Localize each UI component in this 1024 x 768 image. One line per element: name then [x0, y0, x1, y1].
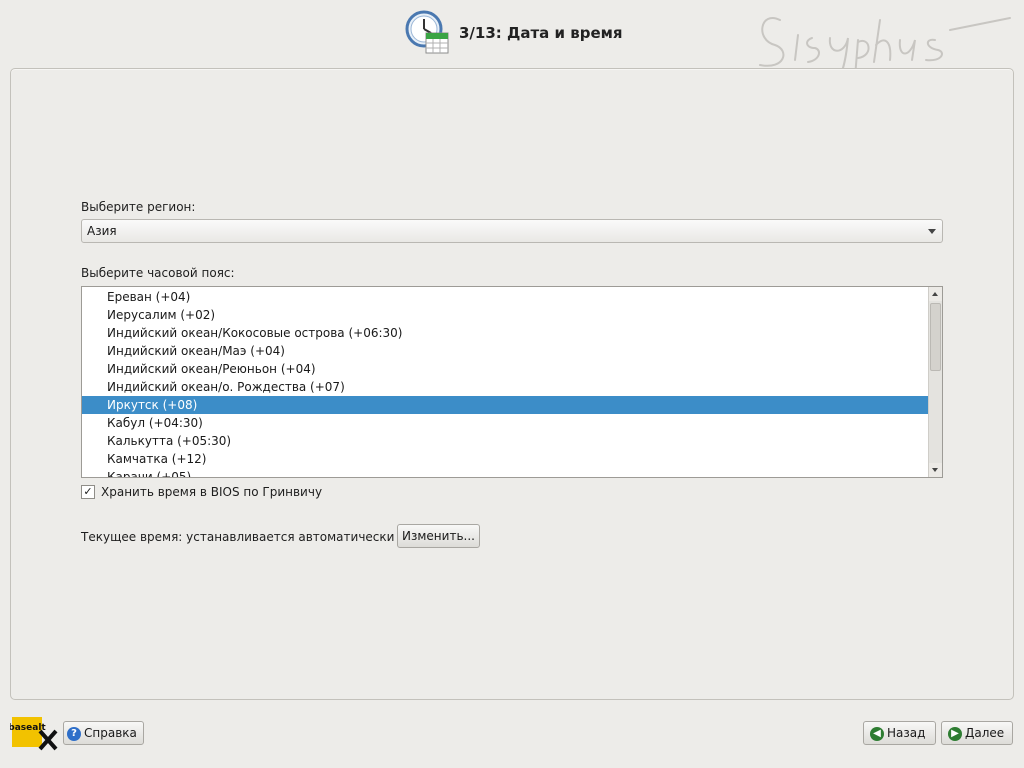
current-time-label: Текущее время: устанавливается автоматич…	[81, 530, 395, 544]
timezone-label: Выберите часовой пояс:	[81, 266, 235, 280]
timezone-list-scrollbar[interactable]	[928, 287, 942, 477]
scrollbar-thumb[interactable]	[930, 303, 941, 371]
region-label: Выберите регион:	[81, 200, 196, 214]
next-button[interactable]: ▶ Далее	[941, 721, 1013, 745]
bios-utc-label[interactable]: Хранить время в BIOS по Гринвичу	[101, 485, 322, 499]
timezone-list-item[interactable]: Индийский океан/Кокосовые острова (+06:3…	[82, 324, 928, 342]
chevron-down-icon	[928, 229, 936, 234]
scroll-up-arrow-icon[interactable]	[929, 287, 942, 301]
help-icon: ?	[67, 726, 81, 741]
region-select[interactable]: Азия	[81, 219, 943, 243]
timezone-list-item[interactable]: Кабул (+04:30)	[82, 414, 928, 432]
clock-calendar-icon	[405, 10, 449, 54]
timezone-list-item[interactable]: Камчатка (+12)	[82, 450, 928, 468]
scroll-down-arrow-icon[interactable]	[929, 463, 942, 477]
timezone-list-item[interactable]: Индийский океан/о. Рождества (+07)	[82, 378, 928, 396]
timezone-list-item[interactable]: Иркутск (+08)	[82, 396, 928, 414]
timezone-list-item[interactable]: Индийский океан/Реюньон (+04)	[82, 360, 928, 378]
back-button[interactable]: ◀ Назад	[863, 721, 936, 745]
arrow-right-icon: ▶	[948, 726, 962, 741]
help-button[interactable]: ? Справка	[63, 721, 144, 745]
help-button-label: Справка	[84, 726, 137, 740]
timezone-list-item[interactable]: Ереван (+04)	[82, 288, 928, 306]
timezone-list-item[interactable]: Иерусалим (+02)	[82, 306, 928, 324]
next-button-label: Далее	[965, 726, 1005, 740]
change-time-button[interactable]: Изменить...	[397, 524, 480, 548]
timezone-list-item[interactable]: Калькутта (+05:30)	[82, 432, 928, 450]
checkmark-icon: ✓	[83, 485, 93, 498]
header: 3/13: Дата и время	[0, 0, 1024, 91]
back-button-label: Назад	[887, 726, 926, 740]
region-select-value: Азия	[87, 224, 117, 238]
timezone-list-rows: Ереван (+04) Иерусалим (+02) Индийский оке…	[82, 288, 928, 477]
basealt-logo: basealt	[10, 717, 58, 751]
timezone-list[interactable]: Ереван (+04) Иерусалим (+02) Индийский оке…	[81, 286, 943, 478]
timezone-list-item[interactable]: Карачи (+05)	[82, 468, 928, 477]
arrow-left-icon: ◀	[870, 726, 884, 741]
timezone-list-item[interactable]: Индийский океан/Маэ (+04)	[82, 342, 928, 360]
page-title: 3/13: Дата и время	[459, 24, 623, 42]
bios-utc-checkbox[interactable]: ✓	[81, 485, 95, 499]
